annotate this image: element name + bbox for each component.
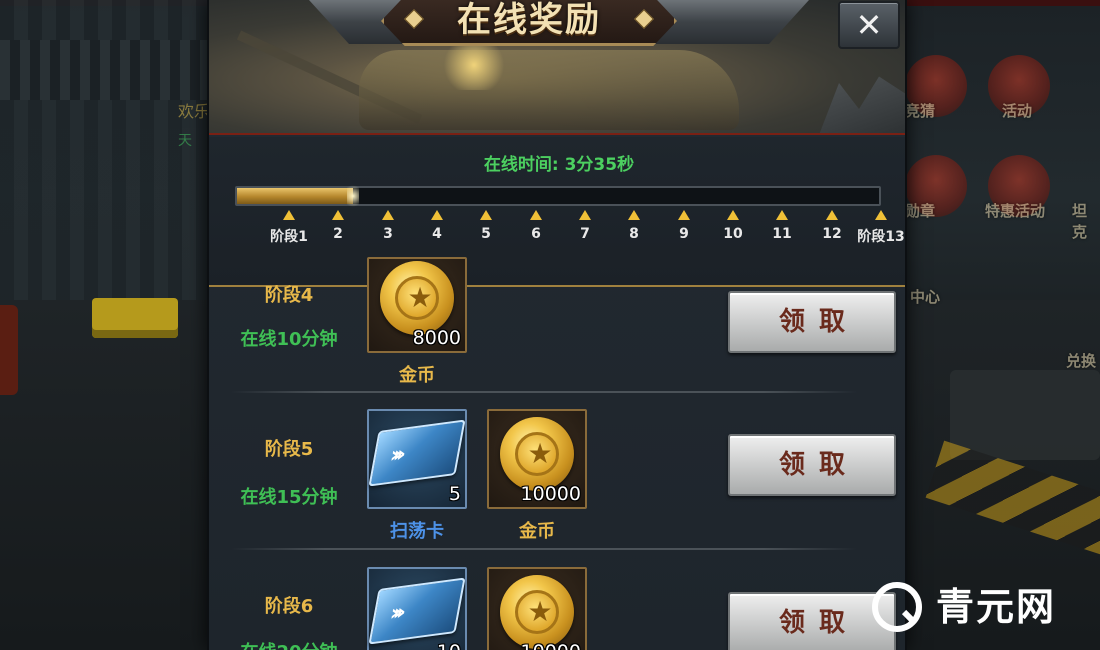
claim-label: 领取 xyxy=(778,307,859,337)
watermark-text: 青元网 xyxy=(936,585,1057,629)
claim-button[interactable]: 领取 xyxy=(728,434,896,496)
stage-title: 阶段6 xyxy=(264,596,314,617)
online-requirement: 在线10分钟 xyxy=(240,329,338,350)
background-label: 天 xyxy=(178,133,192,149)
stage-triangle-icon xyxy=(431,210,443,220)
item-name: 扫荡卡 xyxy=(390,521,444,542)
banner-explosion xyxy=(439,40,509,90)
reward-row: 阶段4 在线10分钟 ★ 8000 金币 领取 xyxy=(209,257,905,397)
stage-title: 阶段5 xyxy=(264,439,314,460)
stage-triangle-icon xyxy=(875,210,887,220)
close-button[interactable]: ✕ xyxy=(838,1,900,49)
stage-triangle-icon xyxy=(678,210,690,220)
progress-spark-icon xyxy=(347,182,359,210)
stage-triangle-icon xyxy=(628,210,640,220)
reward-row: 阶段5 在线15分钟 ››› 5 扫荡卡 ★ 10000 金币 领取 xyxy=(209,397,905,554)
progress-section: 在线时间: 3分35秒 阶段1 2 3 4 5 6 7 8 9 10 11 12 阶段13 xyxy=(209,137,905,287)
banner-debris xyxy=(819,76,905,133)
stage-triangle-icon xyxy=(530,210,542,220)
background-tank-label: 坦克 xyxy=(1072,202,1088,241)
gold-coin-icon: ★ xyxy=(380,261,454,335)
online-progress-bar xyxy=(235,182,881,210)
online-time-text: 在线时间: 3分35秒 xyxy=(483,155,635,175)
background-center-label: 中心 xyxy=(910,288,941,306)
gold-coin-icon: ★ xyxy=(500,417,574,491)
claim-label: 领取 xyxy=(778,450,859,480)
background-sale-label: 特惠活动 xyxy=(985,202,1046,220)
item-quantity: 10000 xyxy=(521,641,581,650)
item-quantity: 10000 xyxy=(520,483,581,505)
stage-triangle-icon xyxy=(382,210,394,220)
reward-item-slot[interactable]: ★ 10000 xyxy=(487,409,587,509)
banner-tank xyxy=(359,50,739,130)
online-requirement: 在线20分钟 xyxy=(229,638,349,650)
stage-marker: 阶段13 xyxy=(851,210,905,246)
online-reward-dialog: 在线奖励 ✕ 在线时间: 3分35秒 阶段1 2 3 4 5 6 7 8 9 10 11 12 阶段13… xyxy=(207,0,907,650)
progress-fill xyxy=(237,188,353,204)
reward-item-slot[interactable]: ››› 10 xyxy=(367,567,467,650)
gold-coin-icon: ★ xyxy=(500,575,574,649)
stage-title: 阶段4 xyxy=(264,285,314,306)
item-name: 金币 xyxy=(519,521,555,542)
background-event-label: 竞猜 xyxy=(905,102,936,120)
reward-row: 阶段6 在线20分钟 ››› 10 ★ 10000 领取 xyxy=(209,554,905,650)
close-icon: ✕ xyxy=(855,6,883,44)
left-edge-tab[interactable] xyxy=(0,305,18,395)
reward-item-slot[interactable]: ››› 5 xyxy=(367,409,467,509)
background-label: 欢乐 xyxy=(178,102,211,121)
item-name: 金币 xyxy=(399,365,435,386)
row-divider xyxy=(231,548,857,550)
stage-triangle-icon xyxy=(727,210,739,220)
background-machine xyxy=(950,370,1100,460)
background-building xyxy=(0,0,210,300)
dialog-banner: 在线奖励 ✕ xyxy=(209,0,905,135)
online-requirement: 在线15分钟 xyxy=(240,487,338,508)
background-medal-label: 勋章 xyxy=(905,202,936,220)
sweep-card-icon: ››› xyxy=(368,419,466,487)
stage-triangle-icon xyxy=(283,210,295,220)
reward-item-slot[interactable]: ★ 10000 xyxy=(487,567,587,650)
reward-item-slot[interactable]: ★ 8000 xyxy=(367,257,467,353)
dialog-title: 在线奖励 xyxy=(457,0,601,40)
item-quantity: 10 xyxy=(437,641,461,650)
watermark: 青元网 xyxy=(870,580,1100,640)
stage-triangle-icon xyxy=(579,210,591,220)
item-quantity: 8000 xyxy=(412,327,461,349)
background-activity-label: 活动 xyxy=(1002,102,1033,120)
stage-marker-label: 阶段13 xyxy=(857,229,905,245)
stage-triangle-icon xyxy=(826,210,838,220)
stage-triangle-icon xyxy=(776,210,788,220)
row-divider xyxy=(231,391,857,393)
background-vehicle xyxy=(92,298,178,338)
claim-button[interactable]: 领取 xyxy=(728,291,896,353)
item-quantity: 5 xyxy=(448,483,461,505)
stage-triangle-icon xyxy=(332,210,344,220)
stage-triangle-icon xyxy=(480,210,492,220)
background-exchange-label: 兑换 xyxy=(1066,352,1097,370)
search-q-icon xyxy=(872,582,922,632)
sweep-card-icon: ››› xyxy=(368,577,466,645)
